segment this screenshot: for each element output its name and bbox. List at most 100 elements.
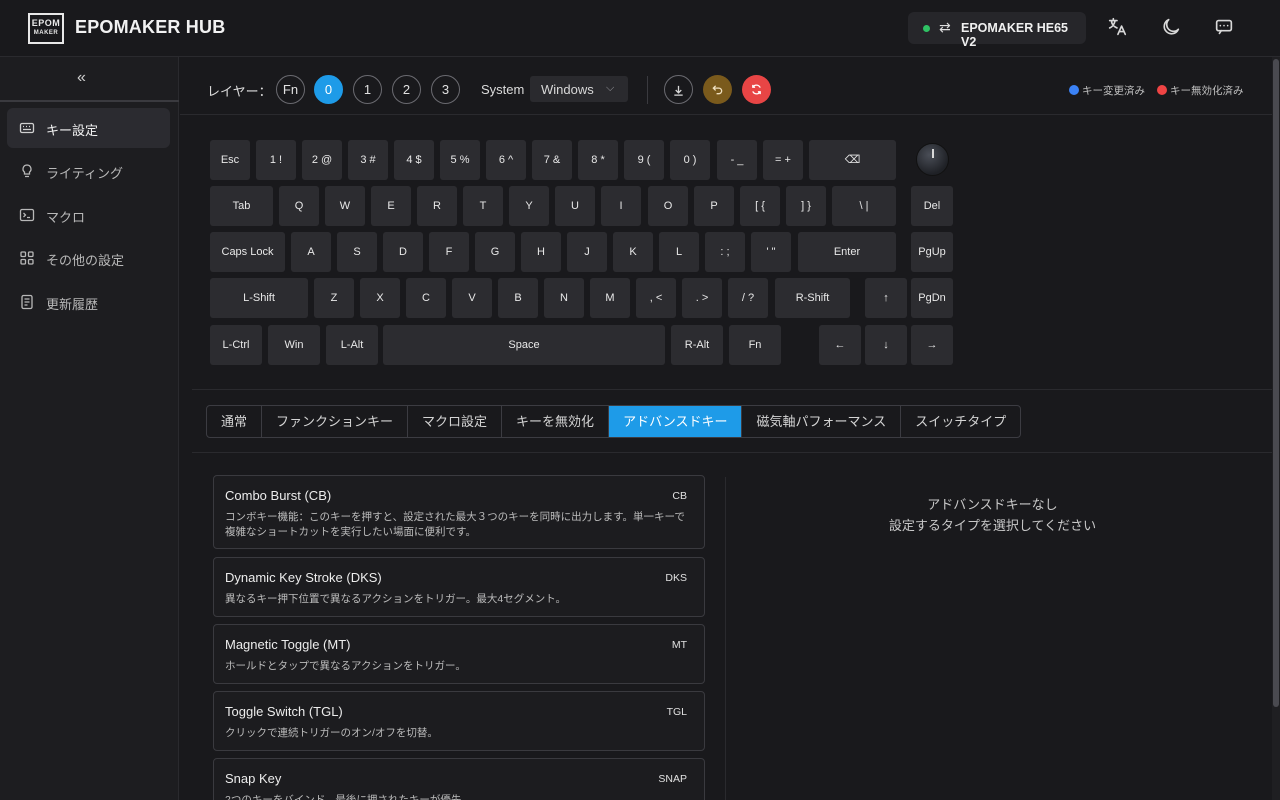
key[interactable]: K: [613, 232, 653, 272]
key[interactable]: \ |: [832, 186, 896, 226]
layer-0-button[interactable]: 0: [314, 75, 343, 104]
key[interactable]: : ;: [705, 232, 745, 272]
key[interactable]: U: [555, 186, 595, 226]
key[interactable]: ⌫: [809, 140, 896, 180]
key[interactable]: PgDn: [911, 278, 953, 318]
key[interactable]: I: [601, 186, 641, 226]
tab-1[interactable]: ファンクションキー: [262, 406, 409, 437]
key[interactable]: Win: [268, 325, 320, 365]
tab-2[interactable]: マクロ設定: [408, 406, 503, 437]
key[interactable]: F: [429, 232, 469, 272]
tab-4[interactable]: アドバンスドキー: [609, 406, 743, 437]
key[interactable]: R-Shift: [775, 278, 850, 318]
key[interactable]: 1 !: [256, 140, 296, 180]
key[interactable]: = +: [763, 140, 803, 180]
key[interactable]: / ?: [728, 278, 768, 318]
key[interactable]: A: [291, 232, 331, 272]
key[interactable]: R-Alt: [671, 325, 723, 365]
download-button[interactable]: [664, 75, 693, 104]
key[interactable]: ↑: [865, 278, 907, 318]
key[interactable]: Fn: [729, 325, 781, 365]
key[interactable]: [ {: [740, 186, 780, 226]
advanced-key-card[interactable]: Snap Key SNAP 2つのキーをバインド、最後に押されたキーが優先。: [213, 758, 705, 800]
scrollbar-thumb[interactable]: [1273, 59, 1279, 707]
key[interactable]: V: [452, 278, 492, 318]
rotary-knob[interactable]: [916, 143, 949, 176]
advanced-key-card[interactable]: Combo Burst (CB) CB コンボキー機能：このキーを押すと、設定された…: [213, 475, 705, 549]
collapse-sidebar-icon[interactable]: «: [77, 69, 86, 87]
tab-3[interactable]: キーを無効化: [502, 406, 610, 437]
key[interactable]: L: [659, 232, 699, 272]
sidebar-item-other-settings[interactable]: その他の設定: [7, 238, 170, 278]
key[interactable]: 2 @: [302, 140, 342, 180]
reset-button[interactable]: [742, 75, 771, 104]
key[interactable]: L-Ctrl: [210, 325, 262, 365]
key[interactable]: Del: [911, 186, 953, 226]
key[interactable]: ←: [819, 325, 861, 365]
key[interactable]: Q: [279, 186, 319, 226]
key[interactable]: Y: [509, 186, 549, 226]
message-icon[interactable]: [1213, 16, 1237, 40]
layer-3-button[interactable]: 3: [431, 75, 460, 104]
key[interactable]: Caps Lock: [210, 232, 285, 272]
advanced-key-card[interactable]: Dynamic Key Stroke (DKS) DKS 異なるキー押下位置で異なる…: [213, 557, 705, 617]
key[interactable]: O: [648, 186, 688, 226]
tab-6[interactable]: スイッチタイプ: [901, 406, 1020, 437]
key[interactable]: S: [337, 232, 377, 272]
layer-fn-button[interactable]: Fn: [276, 75, 305, 104]
key[interactable]: W: [325, 186, 365, 226]
key[interactable]: M: [590, 278, 630, 318]
advanced-key-card[interactable]: Magnetic Toggle (MT) MT ホールドとタップで異なるアクションを…: [213, 624, 705, 684]
key[interactable]: R: [417, 186, 457, 226]
key[interactable]: →: [911, 325, 953, 365]
key[interactable]: 5 %: [440, 140, 480, 180]
device-selector[interactable]: ⇄ EPOMAKER HE65 V2: [908, 12, 1086, 49]
key[interactable]: X: [360, 278, 400, 318]
key[interactable]: Z: [314, 278, 354, 318]
key[interactable]: - _: [717, 140, 757, 180]
key[interactable]: 3 #: [348, 140, 388, 180]
sidebar-item-key-settings[interactable]: キー設定: [7, 108, 170, 148]
key[interactable]: ↓: [865, 325, 907, 365]
moon-icon[interactable]: [1160, 16, 1184, 40]
layer-1-button[interactable]: 1: [353, 75, 382, 104]
key[interactable]: ] }: [786, 186, 826, 226]
key[interactable]: Tab: [210, 186, 273, 226]
key[interactable]: E: [371, 186, 411, 226]
undo-button[interactable]: [703, 75, 732, 104]
key[interactable]: G: [475, 232, 515, 272]
key[interactable]: 0 ): [670, 140, 710, 180]
key[interactable]: P: [694, 186, 734, 226]
key[interactable]: Enter: [798, 232, 896, 272]
key[interactable]: C: [406, 278, 446, 318]
system-select[interactable]: Windows ⌵: [530, 76, 628, 102]
key[interactable]: Space: [383, 325, 665, 365]
sidebar-item-macro[interactable]: マクロ: [7, 195, 170, 235]
key[interactable]: J: [567, 232, 607, 272]
key[interactable]: N: [544, 278, 584, 318]
tab-5[interactable]: 磁気軸パフォーマンス: [742, 406, 902, 437]
scrollbar[interactable]: [1272, 57, 1280, 800]
sidebar-item-lighting[interactable]: ライティング: [7, 151, 170, 191]
key[interactable]: B: [498, 278, 538, 318]
key[interactable]: , <: [636, 278, 676, 318]
layer-2-button[interactable]: 2: [392, 75, 421, 104]
key[interactable]: 9 (: [624, 140, 664, 180]
key[interactable]: H: [521, 232, 561, 272]
translate-icon[interactable]: [1106, 16, 1130, 40]
key[interactable]: 4 $: [394, 140, 434, 180]
key[interactable]: PgUp: [911, 232, 953, 272]
key[interactable]: T: [463, 186, 503, 226]
advanced-key-card[interactable]: Toggle Switch (TGL) TGL クリックで連続トリガーのオン/オフを…: [213, 691, 705, 751]
tab-0[interactable]: 通常: [207, 406, 263, 437]
key[interactable]: 6 ^: [486, 140, 526, 180]
key[interactable]: Esc: [210, 140, 250, 180]
key[interactable]: 8 *: [578, 140, 618, 180]
key[interactable]: D: [383, 232, 423, 272]
key[interactable]: L-Alt: [326, 325, 378, 365]
key[interactable]: . >: [682, 278, 722, 318]
sidebar-item-changelog[interactable]: 更新履歴: [7, 282, 170, 322]
key[interactable]: ' ": [751, 232, 791, 272]
key[interactable]: L-Shift: [210, 278, 308, 318]
key[interactable]: 7 &: [532, 140, 572, 180]
